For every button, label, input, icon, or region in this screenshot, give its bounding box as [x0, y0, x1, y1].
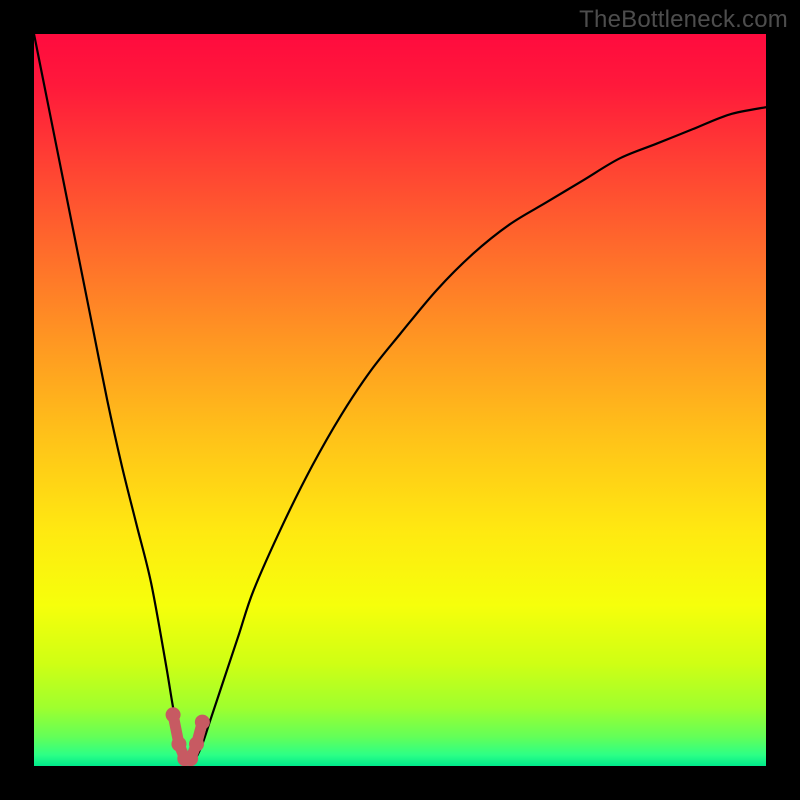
bottleneck-curve — [34, 34, 766, 760]
marker-dot — [166, 707, 181, 722]
marker-dot — [171, 737, 186, 752]
plot-area — [34, 34, 766, 766]
marker-dot — [189, 737, 204, 752]
watermark-text: TheBottleneck.com — [579, 6, 788, 34]
chart-curve-layer — [34, 34, 766, 766]
bottom-markers — [166, 707, 210, 766]
marker-dot — [195, 715, 210, 730]
marker-dot — [183, 751, 198, 766]
chart-frame: TheBottleneck.com — [0, 0, 800, 800]
